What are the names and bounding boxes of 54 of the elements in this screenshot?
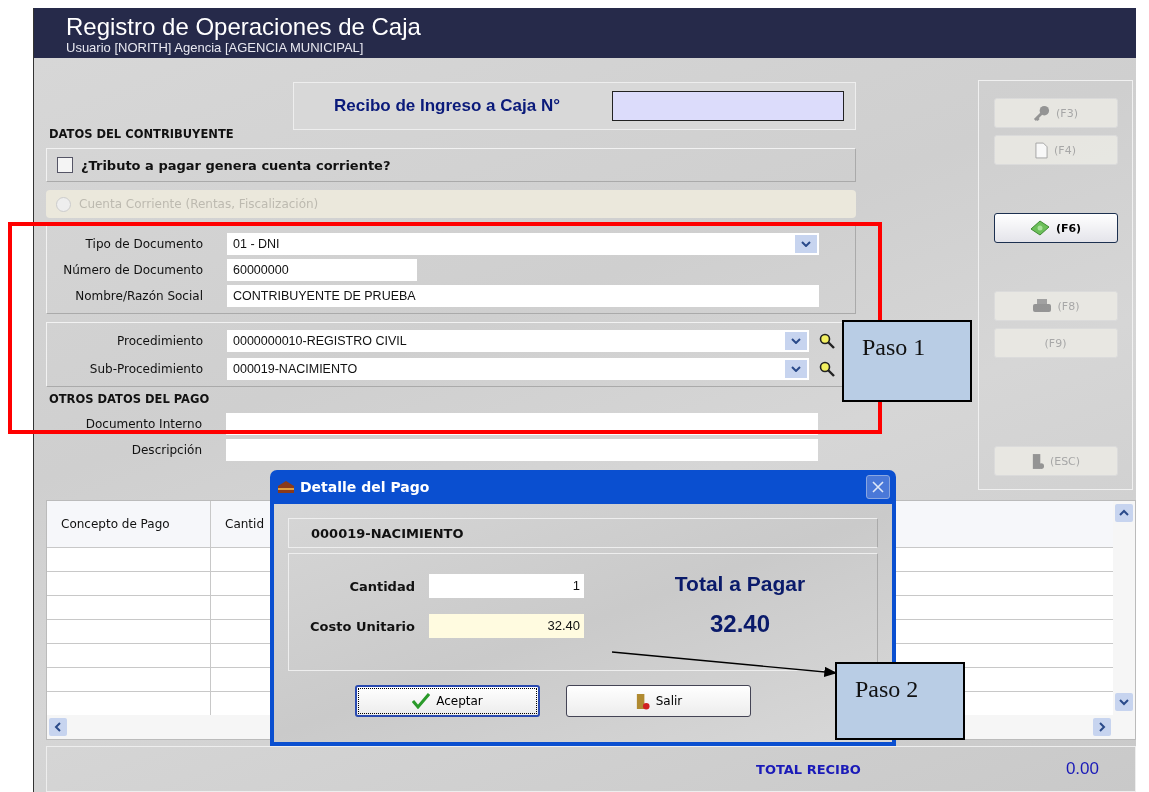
- field-label: Tipo de Documento: [84, 236, 204, 251]
- field-label: Número de Documento: [62, 262, 204, 277]
- dropdown[interactable]: 000019-NACIMIENTO: [227, 357, 809, 380]
- search-icon[interactable]: [819, 360, 835, 377]
- total-value: 32.40: [709, 610, 771, 638]
- callout-box: Paso 2: [835, 662, 965, 740]
- dropdown[interactable]: 01 - DNI: [227, 232, 819, 255]
- receipt-label: Recibo de Ingreso a Caja N°: [334, 96, 560, 116]
- total-value: 0.00: [1065, 759, 1099, 779]
- door-icon: [1030, 452, 1044, 470]
- column-header: Cantid: [224, 516, 265, 533]
- vertical-scrollbar[interactable]: [1113, 501, 1135, 739]
- banknote-icon: [1029, 220, 1050, 236]
- chest-icon: [276, 479, 296, 495]
- input-field[interactable]: CONTRIBUYENTE DE PRUEBA: [227, 284, 819, 307]
- scroll-up-icon[interactable]: [1115, 504, 1133, 522]
- scroll-down-icon[interactable]: [1115, 693, 1133, 711]
- field-label: Costo Unitario: [309, 618, 416, 634]
- field-label: Cantidad: [348, 578, 416, 594]
- window-title: Registro de Operaciones de Caja: [66, 14, 422, 40]
- key-icon: [1033, 104, 1051, 122]
- dialog-button[interactable]: Aceptar: [355, 685, 540, 717]
- checkbox[interactable]: [57, 157, 73, 173]
- checkmark-icon: [412, 693, 431, 709]
- section-heading: DATOS DEL CONTRIBUYENTE: [48, 126, 235, 143]
- total-label: TOTAL RECIBO: [756, 761, 861, 777]
- action-button[interactable]: (F6): [993, 213, 1118, 243]
- printer-icon: [1031, 298, 1052, 314]
- close-icon[interactable]: [866, 475, 890, 499]
- field-label: Descripción: [130, 442, 203, 457]
- field-label: Documento Interno: [84, 416, 203, 431]
- window-subtitle: Usuario [NORITH] Agencia [AGENCIA MUNICIPAL]: [66, 40, 365, 55]
- field-label: Nombre/Razón Social: [74, 288, 204, 303]
- dialog-title: Detalle del Pago: [300, 479, 431, 495]
- item-name: 000019-NACIMIENTO: [311, 525, 464, 541]
- input-field[interactable]: 60000000: [227, 258, 417, 281]
- checkbox-label: ¿Tributo a pagar genera cuenta corriente?: [81, 157, 391, 173]
- scroll-right-icon[interactable]: [1093, 718, 1111, 736]
- dialog-button[interactable]: Salir: [566, 685, 751, 717]
- receipt-number-field[interactable]: [612, 91, 844, 121]
- field-label: Procedimiento: [115, 333, 204, 348]
- section-heading: OTROS DATOS DEL PAGO: [48, 391, 211, 408]
- input-field[interactable]: [226, 438, 818, 461]
- total-label: Total a Pagar: [674, 572, 806, 596]
- document-icon: [1035, 141, 1049, 159]
- search-icon[interactable]: [819, 332, 835, 349]
- field-label: Sub-Procedimiento: [88, 361, 204, 376]
- door-icon: [634, 692, 650, 710]
- input-field[interactable]: 1: [429, 574, 584, 598]
- callout-box: Paso 1: [842, 320, 972, 402]
- column-header: Concepto de Pago: [47, 501, 211, 547]
- input-field[interactable]: 32.40: [429, 614, 584, 638]
- scroll-left-icon[interactable]: [49, 718, 67, 736]
- dropdown[interactable]: 0000000010-REGISTRO CIVIL: [227, 329, 809, 352]
